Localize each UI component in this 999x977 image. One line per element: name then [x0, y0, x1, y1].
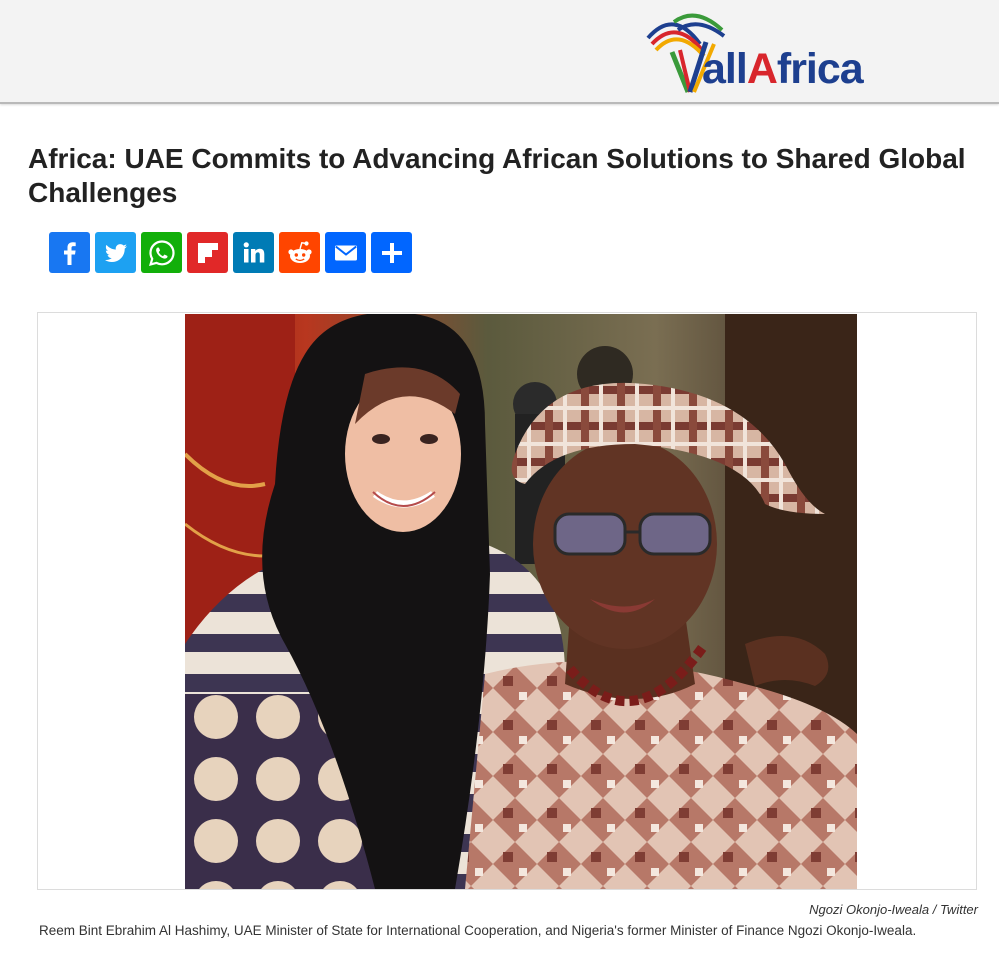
facebook-icon: [63, 241, 76, 265]
article-photo[interactable]: [185, 314, 857, 889]
facebook-share-button[interactable]: [49, 232, 90, 273]
article-photo-frame: [37, 312, 977, 890]
plus-icon: [381, 242, 402, 263]
photo-caption: Reem Bint Ebrahim Al Hashimy, UAE Minist…: [39, 923, 917, 938]
email-share-button[interactable]: [325, 232, 366, 273]
allafrica-logo[interactable]: allAfrica: [644, 8, 874, 94]
flipboard-icon: [197, 242, 218, 263]
share-bar: [49, 232, 412, 273]
twitter-icon: [104, 243, 127, 262]
photo-credit: Ngozi Okonjo-Iweala / Twitter: [809, 902, 978, 917]
photo-two-women-illustration: [185, 314, 857, 889]
reddit-icon: [287, 240, 312, 263]
logo-accent-letter: A: [746, 45, 778, 93]
linkedin-icon: [243, 241, 264, 262]
twitter-share-button[interactable]: [95, 232, 136, 273]
email-icon: [334, 245, 357, 260]
linkedin-share-button[interactable]: [233, 232, 274, 273]
whatsapp-icon: [148, 239, 175, 266]
logo-wordmark: allAfrica: [702, 45, 864, 93]
logo-suffix: frica: [776, 45, 864, 93]
reddit-share-button[interactable]: [279, 232, 320, 273]
whatsapp-share-button[interactable]: [141, 232, 182, 273]
flipboard-share-button[interactable]: [187, 232, 228, 273]
more-share-button[interactable]: [371, 232, 412, 273]
site-header: allAfrica: [0, 0, 999, 104]
article-title: Africa: UAE Commits to Advancing African…: [28, 143, 966, 208]
logo-prefix: all: [702, 45, 748, 93]
